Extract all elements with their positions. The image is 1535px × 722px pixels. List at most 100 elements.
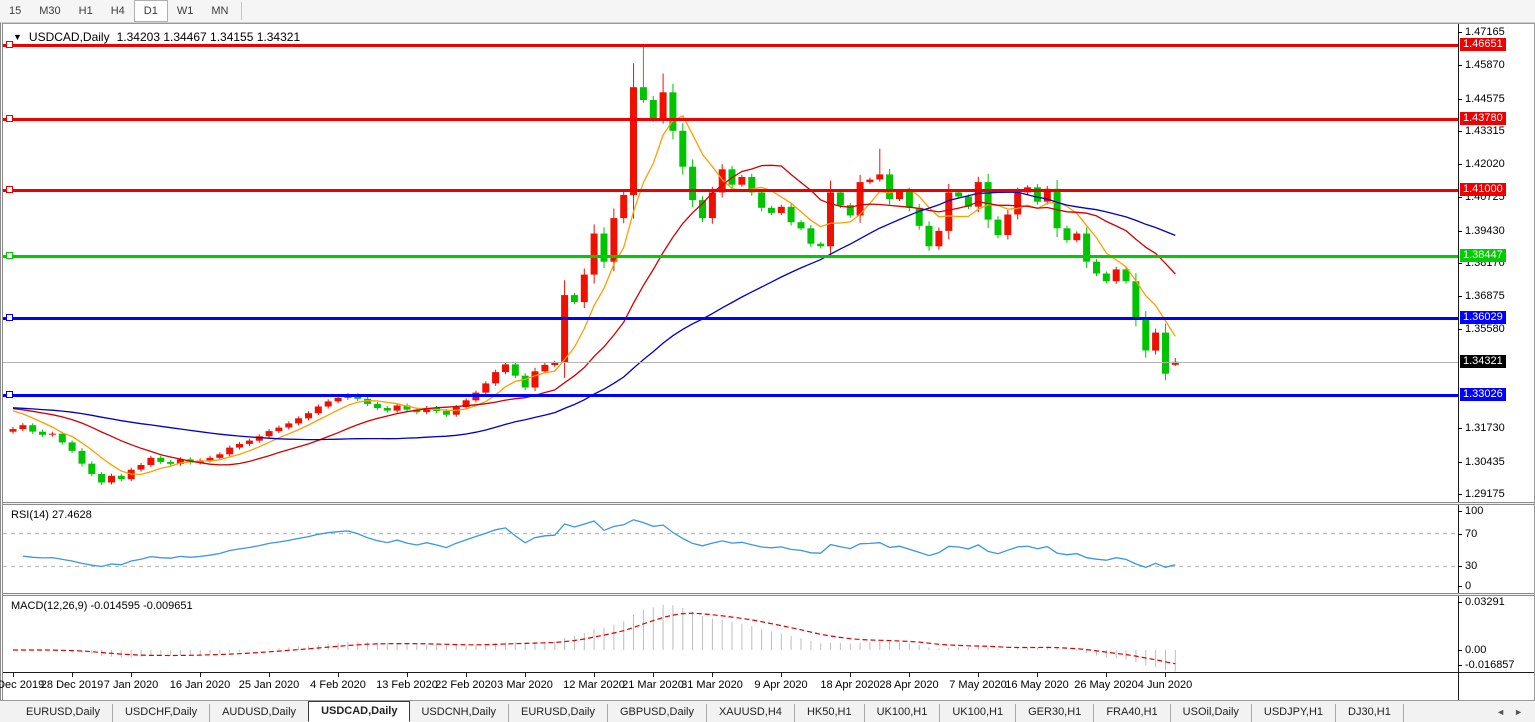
timeframe-toolbar: 15M30H1H4D1W1MN [0, 0, 1535, 23]
date-label: 31 Mar 2020 [681, 679, 743, 691]
price-tick-label: 1.44575 [1465, 93, 1505, 106]
date-axis: 19 Dec 201928 Dec 20197 Jan 202016 Jan 2… [3, 673, 1458, 700]
rsi-pane[interactable]: RSI(14) 27.4628 [3, 505, 1458, 593]
horizontal-line-1.36029[interactable] [3, 317, 1458, 320]
chart-tab-eurusd-daily[interactable]: EURUSD,Daily [509, 704, 608, 722]
chart-tab-usdcad-daily[interactable]: USDCAD,Daily [308, 701, 410, 722]
date-tick [653, 673, 654, 677]
chart-tabs-bar: EURUSD,DailyUSDCHF,DailyAUDUSD,DailyUSDC… [0, 700, 1535, 722]
date-tick [850, 673, 851, 677]
price-tick-label: 1.30435 [1465, 456, 1505, 469]
rsi-scale-label: 100 [1465, 505, 1483, 518]
date-label: 7 May 2020 [949, 679, 1006, 691]
tab-scroll-left-icon[interactable]: ◄ [1496, 707, 1505, 717]
tab-scroll-right-icon[interactable]: ► [1514, 707, 1523, 717]
date-tick [978, 673, 979, 677]
price-axis: 1.471651.458701.445751.433151.420201.407… [1458, 24, 1534, 502]
chart-tab-gbpusd-daily[interactable]: GBPUSD,Daily [608, 704, 707, 722]
date-label: 28 Dec 2019 [41, 679, 103, 691]
price-tick-label: 1.42020 [1465, 158, 1505, 171]
date-tick [338, 673, 339, 677]
date-label: 18 Apr 2020 [820, 679, 879, 691]
chart-tab-eurusd-daily[interactable]: EURUSD,Daily [14, 704, 113, 722]
price-tick-label: 1.45870 [1465, 59, 1505, 72]
macd-label: MACD(12,26,9) -0.014595 -0.009651 [11, 600, 193, 612]
chart-tab-usoil-daily[interactable]: USOil,Daily [1171, 704, 1252, 722]
price-tick-label: 1.39430 [1465, 225, 1505, 238]
chart-tab-uk100-h1[interactable]: UK100,H1 [865, 704, 941, 722]
mt4-app: 15M30H1H4D1W1MN ▼ USDCAD,Daily 1.34203 1… [0, 0, 1535, 722]
chart-symbol-label: USDCAD,Daily [29, 30, 110, 44]
period-button-mn[interactable]: MN [202, 0, 237, 22]
horizontal-line-1.33026[interactable] [3, 394, 1458, 397]
rsi-scale-label: 0 [1465, 580, 1471, 593]
chart-tab-ger30-h1[interactable]: GER30,H1 [1016, 704, 1094, 722]
line-drag-handle[interactable] [6, 186, 13, 193]
symbol-dropdown-icon[interactable]: ▼ [13, 32, 22, 42]
macd-scale-label: -0.016857 [1465, 659, 1515, 672]
period-button-h1[interactable]: H1 [70, 0, 102, 22]
date-label: 12 Mar 2020 [563, 679, 625, 691]
date-label: 25 Jan 2020 [239, 679, 300, 691]
date-tick [13, 673, 14, 677]
chart-tab-usdcnh-daily[interactable]: USDCNH,Daily [409, 704, 509, 722]
date-label: 3 Mar 2020 [497, 679, 553, 691]
chart-tab-usdjpy-h1[interactable]: USDJPY,H1 [1252, 704, 1336, 722]
rsi-line-chart [3, 505, 1458, 593]
period-button-w1[interactable]: W1 [168, 0, 203, 22]
period-button-h4[interactable]: H4 [102, 0, 134, 22]
chart-tab-uk100-h1[interactable]: UK100,H1 [940, 704, 1016, 722]
date-tick [781, 673, 782, 677]
chart-ohlc-values: 1.34203 1.34467 1.34155 1.34321 [117, 30, 301, 44]
macd-scale-label: 0.03291 [1465, 596, 1505, 609]
line-drag-handle[interactable] [6, 314, 13, 321]
date-tick [712, 673, 713, 677]
hline-price-label: 1.36029 [1460, 311, 1506, 324]
date-label: 28 Apr 2020 [879, 679, 938, 691]
macd-axis: 0.032910.00-0.016857 [1458, 596, 1534, 672]
rsi-axis: 100 70 30 0 [1458, 505, 1534, 593]
horizontal-line-1.38447[interactable] [3, 255, 1458, 258]
period-button-m30[interactable]: M30 [30, 0, 69, 22]
date-tick [200, 673, 201, 677]
horizontal-line-1.43780[interactable] [3, 118, 1458, 121]
date-label: 26 May 2020 [1074, 679, 1138, 691]
date-label: 9 Apr 2020 [754, 679, 807, 691]
chart-window: ▼ USDCAD,Daily 1.34203 1.34467 1.34155 1… [0, 23, 1535, 700]
hline-price-label: 1.46651 [1460, 38, 1506, 51]
date-tick [1037, 673, 1038, 677]
rsi-scale-label: 70 [1465, 528, 1477, 541]
hline-price-label: 1.33026 [1460, 388, 1506, 401]
date-tick [131, 673, 132, 677]
date-label: 21 Mar 2020 [622, 679, 684, 691]
price-tick-label: 1.35580 [1465, 323, 1505, 336]
rsi-scale-label: 30 [1465, 560, 1477, 573]
chart-tab-audusd-daily[interactable]: AUDUSD,Daily [210, 704, 309, 722]
period-button-d1[interactable]: D1 [134, 0, 168, 22]
line-drag-handle[interactable] [6, 391, 13, 398]
price-chart-pane[interactable]: ▼ USDCAD,Daily 1.34203 1.34467 1.34155 1… [3, 24, 1458, 502]
date-label: 7 Jan 2020 [104, 679, 158, 691]
date-tick [72, 673, 73, 677]
line-drag-handle[interactable] [6, 41, 13, 48]
chart-tab-dj30-h1[interactable]: DJ30,H1 [1336, 704, 1404, 722]
period-button-15[interactable]: 15 [0, 0, 30, 22]
date-tick [1165, 673, 1166, 677]
horizontal-line-1.46651[interactable] [3, 44, 1458, 47]
line-drag-handle[interactable] [6, 115, 13, 122]
date-label: 4 Jun 2020 [1138, 679, 1192, 691]
line-drag-handle[interactable] [6, 252, 13, 259]
macd-pane[interactable]: MACD(12,26,9) -0.014595 -0.009651 [3, 596, 1458, 672]
horizontal-line-1.41000[interactable] [3, 189, 1458, 192]
toolbar-separator [241, 2, 242, 20]
date-label: 4 Feb 2020 [310, 679, 366, 691]
date-tick [269, 673, 270, 677]
chart-tab-usdchf-daily[interactable]: USDCHF,Daily [113, 704, 210, 722]
date-tick [407, 673, 408, 677]
chart-title: ▼ USDCAD,Daily 1.34203 1.34467 1.34155 1… [13, 30, 300, 44]
date-tick [525, 673, 526, 677]
price-tick-label: 1.29175 [1465, 488, 1505, 501]
chart-tab-xauusd-h4[interactable]: XAUUSD,H4 [707, 704, 795, 722]
chart-tab-fra40-h1[interactable]: FRA40,H1 [1094, 704, 1170, 722]
chart-tab-hk50-h1[interactable]: HK50,H1 [795, 704, 865, 722]
